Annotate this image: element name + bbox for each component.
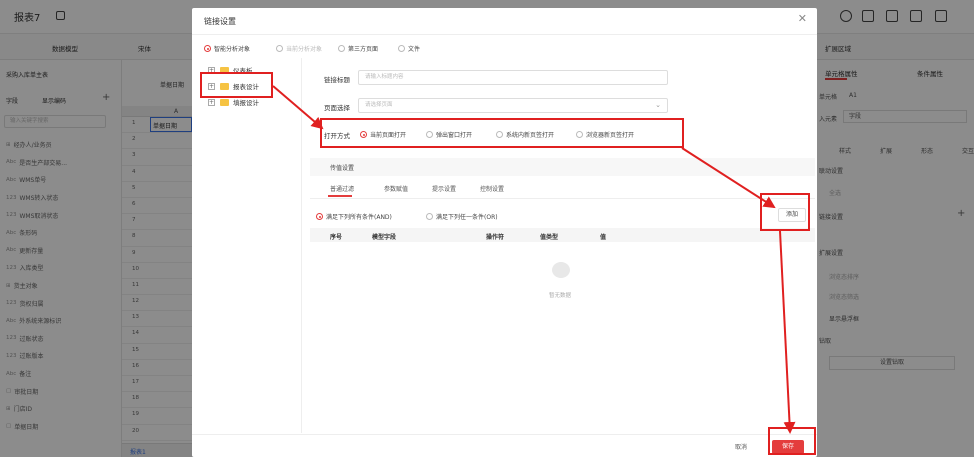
- arrow-tree-to-open: [272, 85, 324, 130]
- arrow-add-to-save: [779, 230, 796, 434]
- annotation-arrows: [272, 85, 796, 434]
- arrow-open-to-add: [681, 147, 776, 209]
